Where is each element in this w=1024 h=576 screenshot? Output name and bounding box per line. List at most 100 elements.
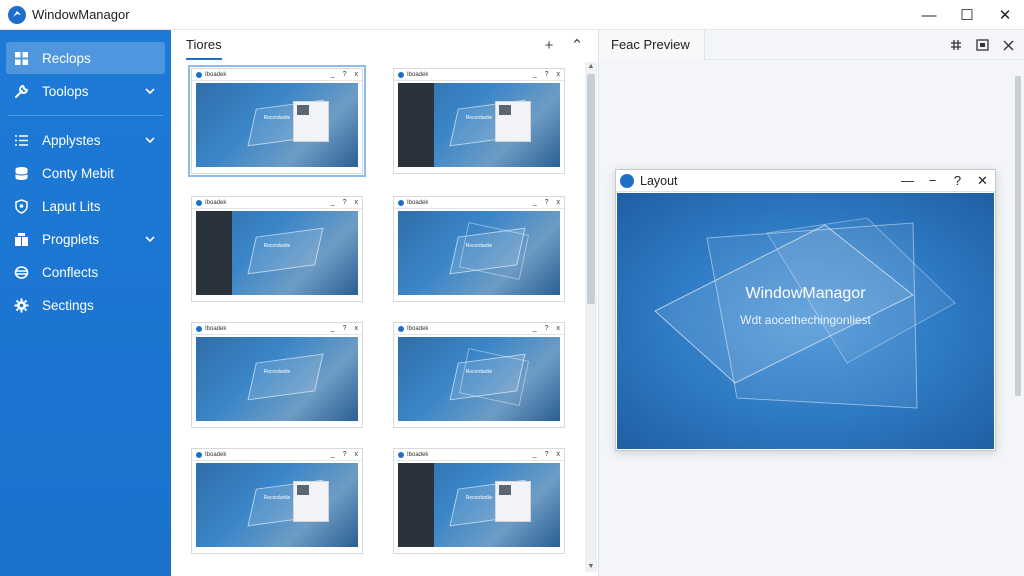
sidebar-item-label: Applystes (42, 132, 101, 148)
thumbnail-caption: Iboadek (407, 325, 429, 332)
sidebar-item-label: Laput Lits (42, 198, 101, 214)
thumbnail-caption: Iboadek (205, 325, 227, 332)
add-icon[interactable]: + (542, 37, 556, 54)
thumbnail-caption: Iboadek (205, 199, 227, 206)
window-icon[interactable] (974, 37, 990, 53)
sidebar-item-applystes[interactable]: Applystes (6, 124, 165, 156)
app-logo-icon (196, 451, 202, 458)
sidebar-item-conflects[interactable]: Conflects (6, 256, 165, 288)
thumbnail-preview: Recordunlie (398, 463, 560, 547)
preview-close-button[interactable]: ✕ (970, 173, 995, 189)
preview-heading: WindowManagor (745, 285, 866, 302)
preview-minimize-button[interactable]: — (895, 173, 920, 189)
app-title: WindowManagor (32, 7, 130, 22)
sidebar-item-label: Reclops (42, 50, 91, 66)
thumbnail-label: Recordunlie (465, 242, 493, 249)
preview-panel-header: Feac Preview (599, 29, 1024, 60)
thumbnail-label: Recordunlie (263, 242, 291, 249)
preview-scrollbar[interactable] (1014, 70, 1022, 570)
app-logo-icon (8, 5, 26, 24)
thumbnail-preview: Recordunlie (196, 463, 358, 547)
gear-icon (13, 297, 29, 313)
thumbnail-preview: Recordunlie (398, 337, 560, 421)
minimize-button[interactable]: — (910, 0, 948, 30)
tab-tiores[interactable]: Tiores (186, 30, 222, 60)
pin-icon[interactable] (948, 37, 964, 53)
chevron-down-icon[interactable] (143, 232, 157, 246)
thumbnail-control: _ (532, 71, 537, 78)
layout-thumbnail[interactable]: Iboadek _? x Recordunlie (393, 68, 565, 174)
database-icon (13, 165, 29, 181)
sidebar-divider (8, 115, 163, 116)
sidebar-item-label: Conflects (42, 264, 99, 280)
thumbnail-label: Recordunlie (263, 494, 291, 501)
scrollbar-thumb[interactable] (1015, 76, 1021, 396)
layouts-panel-header: Tiores + ⌃ (171, 30, 598, 60)
app-logo-icon (196, 325, 202, 332)
thumbnail-control: x (556, 451, 561, 458)
thumbnail-preview: Recordunlie (398, 83, 560, 167)
layout-thumbnail[interactable]: Iboadek _? x Recordunlie (191, 322, 363, 428)
thumbnail-caption: Iboadek (407, 71, 429, 78)
layouts-panel: Tiores + ⌃ Iboadek _? x Recordunlie Iboade… (171, 30, 599, 576)
thumbnail-control: x (354, 71, 359, 78)
thumbnail-control: ? (342, 325, 347, 332)
scroll-down-icon[interactable]: ▼ (585, 562, 597, 572)
app-logo-icon (398, 451, 404, 458)
thumbnail-control: x (354, 451, 359, 458)
puzzle-icon (13, 231, 29, 247)
sidebar-item-sectings[interactable]: Sectings (6, 289, 165, 321)
list-icon (13, 132, 29, 148)
thumbnail-control: ? (544, 325, 549, 332)
wrench-icon (13, 83, 29, 99)
sidebar-item-label: Conty Mebit (42, 165, 115, 181)
thumbnail-preview: Recordunlie (196, 337, 358, 421)
thumbnail-control: x (556, 325, 561, 332)
close-icon[interactable] (1000, 37, 1016, 53)
sidebar-item-reclops[interactable]: Reclops (6, 42, 165, 74)
preview-restore-button[interactable]: − (920, 173, 945, 189)
thumbnail-control: _ (532, 325, 537, 332)
layout-thumbnail[interactable]: Iboadek _? x Recordunlie (191, 196, 363, 302)
thumbnail-control: _ (330, 325, 335, 332)
sidebar: Reclops Toolops Applystes Conty Mebit La… (0, 30, 171, 576)
preview-window[interactable]: Layout — − ? ✕ WindowManagor Wdt aocethe… (615, 169, 996, 451)
thumbnail-caption: Iboadek (407, 199, 429, 206)
preview-window-body: WindowManagor Wdt aocethechingonliest (617, 193, 994, 449)
scrollbar-thumb[interactable] (587, 74, 595, 304)
chevron-down-icon[interactable] (143, 133, 157, 147)
thumbnail-preview: Recordunlie (196, 211, 358, 295)
thumbnail-label: Recordunlie (263, 114, 291, 121)
sidebar-item-progplets[interactable]: Progplets (6, 223, 165, 255)
scroll-up-icon[interactable]: ▲ (585, 62, 597, 72)
chevron-down-icon[interactable] (143, 84, 157, 98)
collapse-icon[interactable]: ⌃ (570, 36, 584, 54)
layout-thumbnail[interactable]: Iboadek _? x Recordunlie (393, 196, 565, 302)
thumbnail-control: ? (342, 71, 347, 78)
sidebar-item-label: Progplets (42, 231, 100, 247)
thumbnail-control: ? (342, 199, 347, 206)
sidebar-item-toolops[interactable]: Toolops (6, 75, 165, 107)
thumbnail-control: ? (544, 451, 549, 458)
layout-thumbnail[interactable]: Iboadek _? x Recordunlie (393, 448, 565, 554)
thumbnail-caption: Iboadek (407, 451, 429, 458)
window-controls: — ☐ ✕ (910, 0, 1024, 29)
thumbnail-scrollbar[interactable]: ▲ ▼ (585, 62, 597, 572)
sidebar-item-laput-lits[interactable]: Laput Lits (6, 190, 165, 222)
layout-thumbnail[interactable]: Iboadek _? x Recordunlie (188, 65, 366, 177)
thumbnail-control: _ (532, 199, 537, 206)
thumbnail-control: _ (330, 199, 335, 206)
close-button[interactable]: ✕ (986, 0, 1024, 30)
app-logo-icon (620, 173, 634, 188)
sidebar-item-conty-mebit[interactable]: Conty Mebit (6, 157, 165, 189)
thumbnail-control: x (556, 199, 561, 206)
layout-thumbnail[interactable]: Iboadek _? x Recordunlie (393, 322, 565, 428)
tab-feac-preview[interactable]: Feac Preview (599, 29, 705, 60)
preview-window-titlebar: Layout — − ? ✕ (616, 170, 995, 192)
preview-help-button[interactable]: ? (945, 173, 970, 189)
maximize-button[interactable]: ☐ (948, 0, 986, 30)
app-logo-icon (196, 199, 202, 206)
layout-thumbnail[interactable]: Iboadek _? x Recordunlie (191, 448, 363, 554)
thumbnail-control: ? (544, 71, 549, 78)
thumbnail-preview: Recordunlie (398, 211, 560, 295)
